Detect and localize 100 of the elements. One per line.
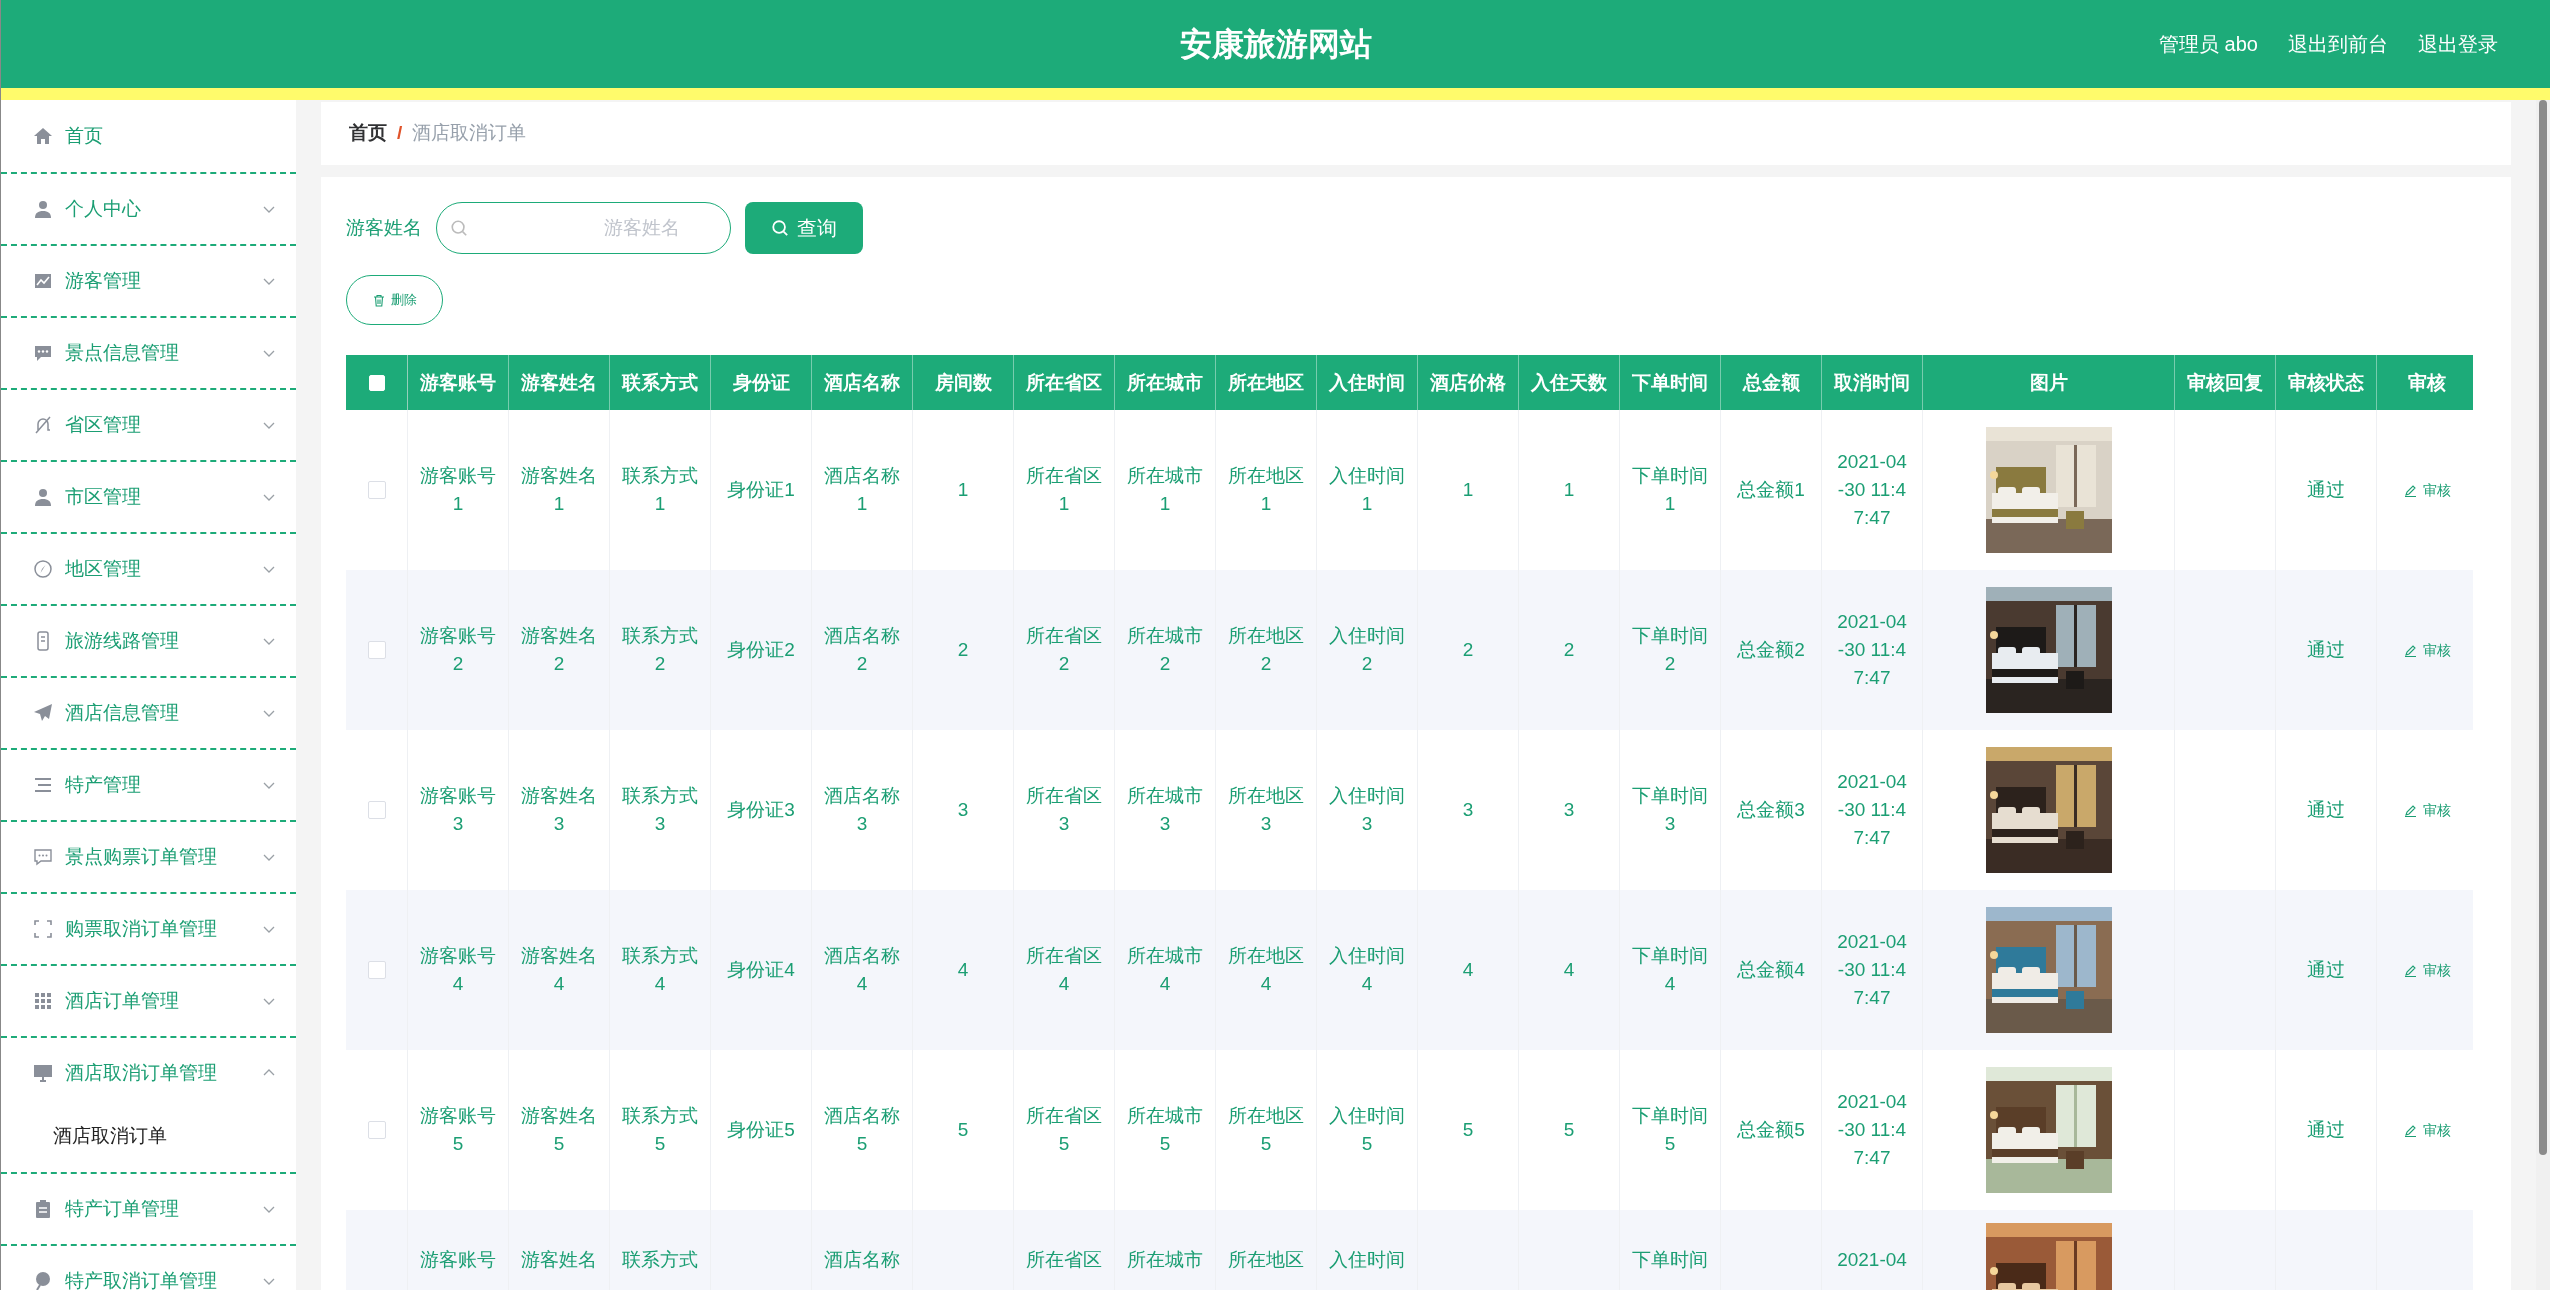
sidebar-item[interactable]: 景点信息管理 <box>1 316 296 388</box>
table-cell-text: 下单时间5 <box>1631 1104 1709 1156</box>
status-text: 通过 <box>2307 477 2345 502</box>
row-checkbox[interactable] <box>367 801 386 819</box>
table-cell-text: 所在城市1 <box>1126 464 1204 516</box>
table-cell-text: 所在城市4 <box>1126 944 1204 996</box>
sidebar-item[interactable]: 购票取消订单管理 <box>1 892 296 964</box>
header-link[interactable]: 退出登录 <box>2418 29 2498 59</box>
table-cell-text: 5 <box>957 1118 969 1142</box>
status-text: 通过 <box>2307 637 2345 662</box>
table-cell-text: 所在省区5 <box>1025 1104 1103 1156</box>
table-cell-text: 联系方式1 <box>621 464 699 516</box>
row-checkbox[interactable] <box>367 641 386 659</box>
table-cell-text: 所在地区3 <box>1227 784 1305 836</box>
table-cell-text: 所在省区3 <box>1025 784 1103 836</box>
chat-icon <box>33 343 53 363</box>
table-cell-text: 身份证3 <box>727 798 795 822</box>
search-field[interactable]: 游客姓名 <box>436 202 731 254</box>
table-cell-text: 下单时间2 <box>1631 624 1709 676</box>
sidebar-item[interactable]: 特产取消订单管理 <box>1 1244 296 1290</box>
review-link[interactable]: 审核 <box>2404 959 2451 981</box>
table-cell-text: 酒店名称2 <box>823 624 901 676</box>
table-cell-text: 总金额3 <box>1737 798 1805 822</box>
table-cell-text: 游客账号5 <box>419 1104 497 1156</box>
user-icon <box>33 487 53 507</box>
table-cell-text: 入住时间2 <box>1328 624 1406 676</box>
header-link[interactable]: 退出到前台 <box>2288 29 2388 59</box>
header-link[interactable]: 管理员 abo <box>2159 29 2258 59</box>
sidebar-item[interactable]: 特产管理 <box>1 748 296 820</box>
sidebar-item[interactable]: 首页 <box>1 100 296 172</box>
table-cell-text: 3 <box>1563 798 1575 822</box>
table-cell-text: 1 <box>1462 478 1474 502</box>
table-cell-text: 1 <box>1563 478 1575 502</box>
table-cell-text: 游客账号3 <box>419 784 497 836</box>
sidebar-item[interactable]: 游客管理 <box>1 244 296 316</box>
search-button[interactable]: 查询 <box>745 202 863 254</box>
table-cell-text: 3 <box>1462 798 1474 822</box>
table-cell-text: 2 <box>1462 638 1474 662</box>
row-checkbox[interactable] <box>367 481 386 499</box>
status-text: 通过 <box>2307 1117 2345 1142</box>
sidebar-item[interactable]: 酒店信息管理 <box>1 676 296 748</box>
table-cell-text: 所在省区 <box>1026 1248 1102 1272</box>
sidebar-item[interactable]: 地区管理 <box>1 532 296 604</box>
table-cell-text: 游客姓名2 <box>520 624 598 676</box>
row-checkbox[interactable] <box>367 961 386 979</box>
compass-icon <box>33 559 53 579</box>
home-icon <box>33 126 53 146</box>
table-cell-text: 联系方式 <box>622 1248 698 1272</box>
table-cell-text: 入住时间4 <box>1328 944 1406 996</box>
table-cell-text: 所在城市3 <box>1126 784 1204 836</box>
sidebar-item[interactable]: 个人中心 <box>1 172 296 244</box>
sidebar-item[interactable]: 景点购票订单管理 <box>1 820 296 892</box>
table-cell-text: 游客账号2 <box>419 624 497 676</box>
sidebar-item[interactable]: 省区管理 <box>1 388 296 460</box>
select-all-checkbox[interactable] <box>368 374 385 391</box>
table-cell-text: 下单时间4 <box>1631 944 1709 996</box>
search-icon <box>450 219 468 237</box>
table-cell-text: 所在城市5 <box>1126 1104 1204 1156</box>
chart-icon <box>33 271 53 291</box>
table-cell-text: 游客姓名4 <box>520 944 598 996</box>
sidebar-item[interactable]: 市区管理 <box>1 460 296 532</box>
scan-frame-icon <box>33 919 53 939</box>
table-cell-text: 2 <box>1563 638 1575 662</box>
table-cell-text: 身份证1 <box>727 478 795 502</box>
breadcrumb-link[interactable]: 酒店取消订单 <box>412 119 527 148</box>
table-cell-text: 游客姓名3 <box>520 784 598 836</box>
breadcrumb-link[interactable]: 首页 <box>349 119 387 148</box>
table-cell-text: 2021-04-30 11:47:47 <box>1836 1090 1908 1170</box>
search-icon <box>771 219 789 237</box>
review-link[interactable]: 审核 <box>2404 799 2451 821</box>
table-cell-text: 4 <box>1563 958 1575 982</box>
table-cell-text: 入住时间5 <box>1328 1104 1406 1156</box>
table-cell-text: 所在省区2 <box>1025 624 1103 676</box>
sidebar-item[interactable]: 酒店取消订单管理 <box>1 1036 296 1108</box>
edit-icon <box>2404 803 2417 817</box>
table-cell-text: 总金额4 <box>1737 958 1805 982</box>
list-icon <box>33 775 53 795</box>
sidebar-item[interactable]: 旅游线路管理 <box>1 604 296 676</box>
table-cell-text: 5 <box>1563 1118 1575 1142</box>
sidebar-item[interactable]: 特产订单管理 <box>1 1172 296 1244</box>
monitor-icon <box>33 1063 53 1083</box>
grid-icon <box>33 991 53 1011</box>
row-checkbox[interactable] <box>367 1121 386 1139</box>
review-link[interactable]: 审核 <box>2404 479 2451 501</box>
sidebar-item[interactable]: 酒店订单管理 <box>1 964 296 1036</box>
table-cell-text: 2 <box>957 638 969 662</box>
table-cell-text: 游客姓名5 <box>520 1104 598 1156</box>
table-cell-text: 身份证4 <box>727 958 795 982</box>
table-cell-text: 所在城市2 <box>1126 624 1204 676</box>
table-cell-text: 游客账号 <box>420 1248 496 1272</box>
edit-icon <box>2404 483 2417 497</box>
message-icon <box>33 847 53 867</box>
table-cell-text: 游客账号1 <box>419 464 497 516</box>
delete-button[interactable]: 删除 <box>346 275 443 325</box>
scrollbar[interactable] <box>2536 100 2550 1290</box>
edit-icon <box>2404 643 2417 657</box>
table-cell-text: 1 <box>957 478 969 502</box>
table-cell-text: 2021-04 <box>1837 1248 1907 1272</box>
review-link[interactable]: 审核 <box>2404 1119 2451 1141</box>
review-link[interactable]: 审核 <box>2404 639 2451 661</box>
